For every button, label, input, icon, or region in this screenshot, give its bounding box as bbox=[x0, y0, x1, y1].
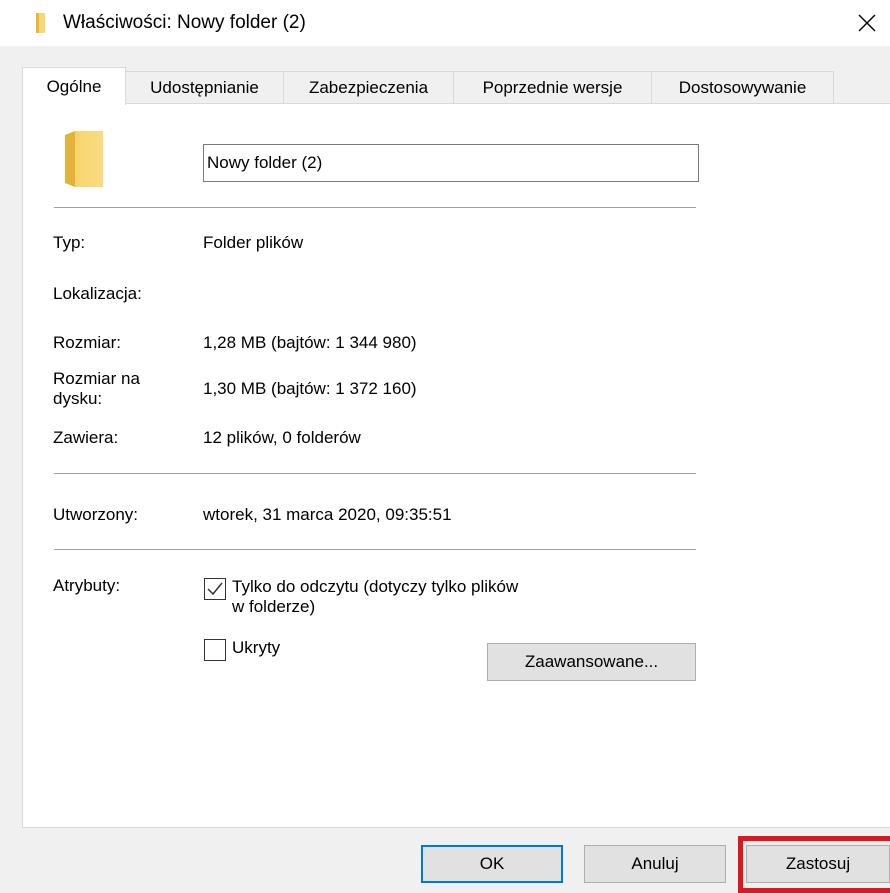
apply-button[interactable]: Zastosuj bbox=[746, 845, 890, 883]
checkmark-icon bbox=[207, 582, 223, 596]
ok-button[interactable]: OK bbox=[421, 845, 563, 883]
general-tab-panel bbox=[22, 103, 890, 828]
size-label: Rozmiar: bbox=[53, 333, 122, 352]
attributes-label: Atrybuty: bbox=[53, 576, 121, 595]
cancel-button[interactable]: Anuluj bbox=[584, 845, 726, 883]
divider bbox=[54, 207, 696, 208]
folder-name-input[interactable] bbox=[203, 144, 699, 182]
properties-dialog: Właściwości: Nowy folder (2) Ogólne Udos… bbox=[0, 0, 890, 893]
size-on-disk-label: Rozmiar na dysku: bbox=[53, 369, 140, 408]
contains-value: 12 plików, 0 folderów bbox=[203, 428, 361, 447]
hidden-label[interactable]: Ukryty bbox=[232, 638, 280, 658]
created-label: Utworzony: bbox=[53, 505, 139, 524]
tab-customize[interactable]: Dostosowywanie bbox=[651, 71, 834, 103]
advanced-button[interactable]: Zaawansowane... bbox=[487, 643, 696, 681]
tab-general[interactable]: Ogólne bbox=[22, 67, 126, 105]
close-button[interactable] bbox=[844, 0, 890, 46]
divider bbox=[54, 549, 696, 550]
tab-sharing[interactable]: Udostępnianie bbox=[125, 71, 284, 103]
created-value: wtorek, 31 marca 2020, 09:35:51 bbox=[203, 505, 452, 524]
close-icon bbox=[858, 14, 876, 32]
divider bbox=[54, 473, 696, 474]
tab-previous-versions[interactable]: Poprzednie wersje bbox=[453, 71, 652, 103]
size-on-disk-value: 1,30 MB (bajtów: 1 372 160) bbox=[203, 379, 417, 398]
type-label: Typ: bbox=[53, 233, 86, 252]
location-label: Lokalizacja: bbox=[53, 284, 142, 303]
size-value: 1,28 MB (bajtów: 1 344 980) bbox=[203, 333, 417, 352]
tab-strip: Ogólne Udostępnianie Zabezpieczenia Popr… bbox=[22, 67, 890, 105]
readonly-label[interactable]: Tylko do odczytu (dotyczy tylko plików w… bbox=[232, 577, 532, 617]
contains-label: Zawiera: bbox=[53, 428, 119, 447]
type-value: Folder plików bbox=[203, 233, 304, 252]
folder-icon bbox=[36, 13, 45, 33]
folder-icon bbox=[65, 131, 103, 187]
readonly-checkbox[interactable] bbox=[204, 578, 226, 600]
tab-security[interactable]: Zabezpieczenia bbox=[283, 71, 454, 103]
window-title: Właściwości: Nowy folder (2) bbox=[63, 12, 306, 33]
title-bar: Właściwości: Nowy folder (2) bbox=[0, 0, 890, 46]
hidden-checkbox[interactable] bbox=[204, 639, 226, 661]
